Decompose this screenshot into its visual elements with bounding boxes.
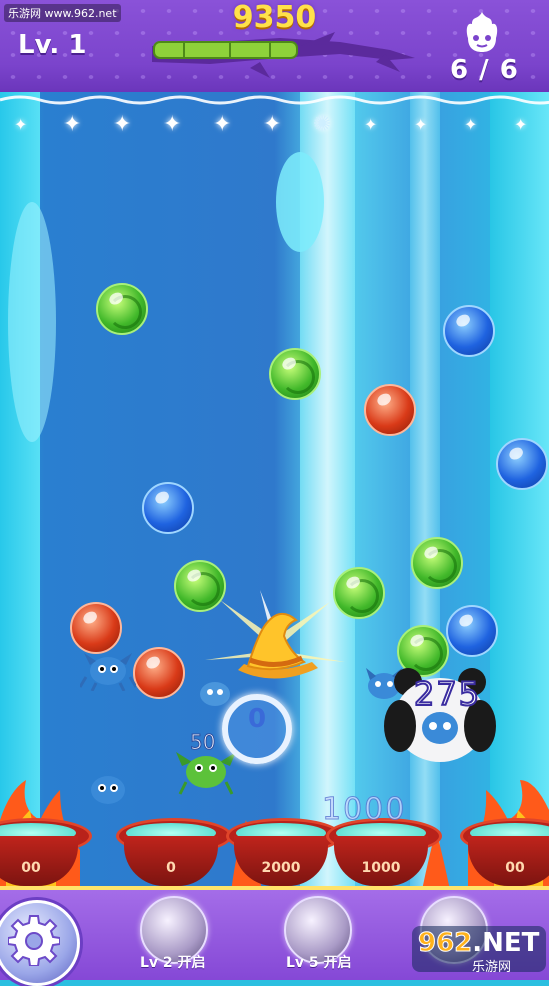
blue-bubble[interactable] — [443, 305, 495, 357]
site-logo-suffix: .NET — [472, 928, 540, 958]
site-logo-prefix: 962 — [417, 928, 473, 959]
star-icon: ✦ — [113, 112, 132, 137]
cauldron: 0 — [116, 818, 232, 888]
cauldron-value: 1000 — [361, 860, 401, 876]
cauldron-value: 2000 — [261, 860, 301, 876]
cauldron: 00 — [0, 818, 92, 888]
branch-progress-icon — [152, 32, 415, 78]
powerup-label: Lv 5 开启 — [286, 955, 352, 971]
star-icon: ✦ — [163, 112, 182, 137]
cauldron-value: 0 — [166, 860, 176, 876]
site-subtitle: 乐游网 — [472, 960, 512, 975]
star-icon: ✦ — [364, 115, 378, 134]
site-logo: 962.NET — [417, 928, 540, 959]
green-bubble[interactable] — [96, 283, 148, 335]
combo-value: 0 — [247, 704, 267, 734]
star-icon: ✦ — [414, 115, 428, 134]
cauldron-value: 00 — [21, 860, 41, 876]
blue-bubble[interactable] — [142, 482, 194, 534]
red-bubble[interactable] — [364, 384, 416, 436]
star-icon: ✦ — [14, 115, 28, 134]
playfield[interactable]: ✦ ✦ ✦ ✦ ✦ ✦ ✺ ✦ ✦ ✦ ✦ — [0, 92, 549, 892]
floating-score: 275 — [413, 674, 482, 714]
light-blob — [8, 202, 56, 442]
blue-bubble[interactable] — [496, 438, 548, 490]
green-bubble[interactable] — [411, 537, 463, 589]
cauldron: 2000 — [226, 818, 342, 888]
red-bubble[interactable] — [133, 647, 185, 699]
star-icon: ✦ — [514, 115, 528, 134]
powerup-label: Lv 2 开启 — [140, 955, 206, 971]
cauldron: 00 — [460, 818, 549, 888]
star-icon: ✦ — [213, 112, 232, 137]
light-column — [410, 92, 440, 892]
star-icon: ✺ — [313, 112, 332, 137]
gear-icon — [8, 915, 60, 966]
star-row: ✦ ✦ ✦ ✦ ✦ ✦ ✺ ✦ ✦ ✦ ✦ — [0, 114, 549, 142]
progress-fill — [153, 41, 298, 59]
light-column — [490, 92, 549, 892]
blue-creature — [80, 653, 136, 691]
floating-score: 1000 — [321, 792, 407, 828]
green-bubble[interactable] — [269, 348, 321, 400]
cauldron-value: 00 — [505, 860, 525, 876]
floating-score: 50 — [189, 730, 216, 755]
cauldron: 1000 — [326, 818, 442, 888]
lives-counter: 6 / 6 — [450, 55, 519, 85]
light-blob — [276, 152, 324, 252]
star-icon: ✦ — [63, 112, 82, 137]
blue-bubble[interactable] — [446, 605, 498, 657]
star-icon: ✦ — [263, 112, 282, 137]
flame-head-icon — [466, 12, 498, 52]
star-icon: ✦ — [464, 115, 478, 134]
